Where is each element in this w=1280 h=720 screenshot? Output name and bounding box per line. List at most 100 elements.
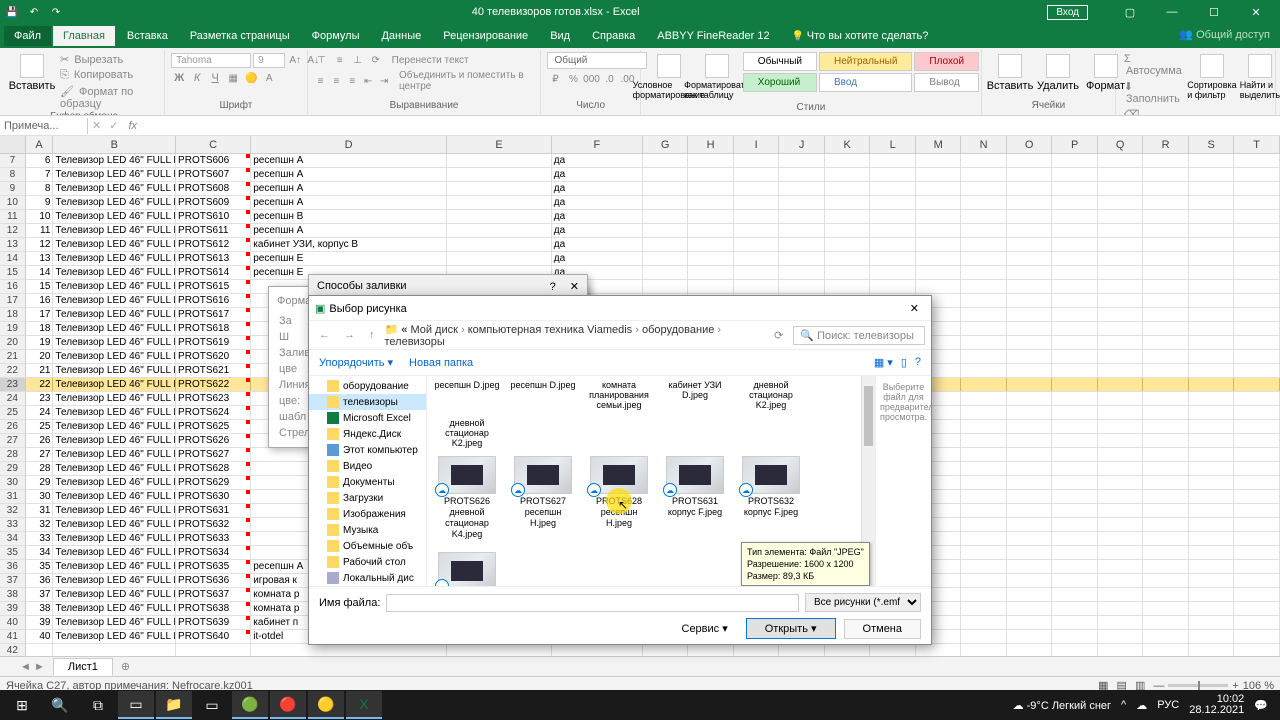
cell[interactable]: Телевизор LED 46" FULL HD [53,490,176,503]
col-header[interactable]: G [643,136,689,153]
cell[interactable] [870,238,916,251]
tab-formulas[interactable]: Формулы [302,26,370,46]
cell[interactable] [1143,616,1189,629]
cell[interactable] [1098,224,1144,237]
cell[interactable] [1143,518,1189,531]
style-good[interactable]: Хороший [743,73,817,92]
cell[interactable]: да [552,252,643,265]
select-all-corner[interactable] [0,136,26,153]
cell[interactable] [53,644,176,656]
back-icon[interactable]: ← [315,329,334,341]
cell[interactable] [1143,168,1189,181]
cell[interactable] [1098,574,1144,587]
cell[interactable] [1189,364,1235,377]
file-item[interactable]: дневной стационар K2.jpeg [433,418,501,448]
cell[interactable] [688,252,734,265]
col-header[interactable]: S [1189,136,1235,153]
ribbon-options-icon[interactable]: ▢ [1110,0,1150,24]
cell[interactable]: Телевизор LED 46" FULL HD [53,196,176,209]
align-left-icon[interactable]: ≡ [314,73,328,89]
cell[interactable] [1007,392,1053,405]
cell[interactable] [961,322,1007,335]
cell[interactable]: Телевизор LED 46" FULL HD [53,546,176,559]
row-header[interactable]: 42 [0,644,26,656]
row-header[interactable]: 26 [0,420,26,433]
cell[interactable] [1052,350,1098,363]
cell[interactable] [26,644,54,656]
cell[interactable]: PROTS623 [176,392,251,405]
row-header[interactable]: 35 [0,546,26,559]
cell[interactable]: 9 [26,196,54,209]
cell[interactable]: 21 [26,364,54,377]
cell[interactable] [1189,308,1235,321]
cell[interactable] [1189,448,1235,461]
cell[interactable] [1143,336,1189,349]
cell[interactable] [1052,280,1098,293]
cancel-button[interactable]: Отмена [844,619,921,639]
cell[interactable] [961,518,1007,531]
tab-home[interactable]: Главная [53,26,115,46]
cell[interactable] [1189,588,1235,601]
cell[interactable] [1007,476,1053,489]
tree-item[interactable]: Рабочий стол [309,554,426,570]
cell[interactable] [1143,644,1189,656]
view-mode-icon[interactable]: ▦ ▾ [874,356,893,369]
forward-icon[interactable]: → [340,329,359,341]
cell[interactable]: 18 [26,322,54,335]
cell[interactable] [961,364,1007,377]
cell[interactable] [734,238,780,251]
tab-insert[interactable]: Вставка [117,26,178,46]
cell[interactable]: ресепшн E [251,252,447,265]
cell[interactable] [1189,196,1235,209]
clear-button[interactable]: ⌫ Очистить [1122,107,1186,116]
cell[interactable]: PROTS616 [176,294,251,307]
fill-button[interactable]: ⬇ Заполнить [1122,79,1186,106]
cell[interactable] [1234,210,1280,223]
cell[interactable]: 7 [26,168,54,181]
cell[interactable] [1007,588,1053,601]
insert-cells-button[interactable]: Вставить [988,52,1032,94]
find-select-button[interactable]: Найти и выделить [1238,52,1280,102]
col-header[interactable]: B [53,136,176,153]
cell[interactable]: 29 [26,476,54,489]
cell[interactable] [1234,406,1280,419]
cell[interactable] [1189,336,1235,349]
cell[interactable] [1052,168,1098,181]
cell[interactable] [870,182,916,195]
cell[interactable]: 38 [26,602,54,615]
cell[interactable]: PROTS632 [176,518,251,531]
style-bad[interactable]: Плохой [914,52,979,71]
cell[interactable]: PROTS621 [176,364,251,377]
cell[interactable] [643,252,689,265]
cell[interactable] [1007,434,1053,447]
cell[interactable]: Телевизор LED 46" FULL HD [53,462,176,475]
cell[interactable] [1052,616,1098,629]
cell[interactable] [176,644,251,656]
style-normal[interactable]: Обычный [743,52,817,71]
cell[interactable]: Телевизор LED 46" FULL HD [53,518,176,531]
tray-cloud-icon[interactable]: ☁ [1136,699,1147,712]
cell[interactable] [1189,350,1235,363]
cell[interactable]: PROTS606 [176,154,251,167]
cell[interactable] [688,168,734,181]
cell[interactable] [1007,294,1053,307]
file-filter-select[interactable]: Все рисунки (*.emf;*.wmf;*.jpg [805,593,921,612]
cell[interactable]: Телевизор LED 46" FULL HD [53,154,176,167]
align-right-icon[interactable]: ≡ [345,73,359,89]
cell[interactable]: Телевизор LED 46" FULL HD [53,308,176,321]
row-header[interactable]: 30 [0,476,26,489]
cell[interactable] [1234,238,1280,251]
cell[interactable] [870,280,916,293]
file-item[interactable]: ☁PROTS627 ресепшн H.jpeg [509,454,577,542]
cell[interactable] [1007,378,1053,391]
cell[interactable] [1007,448,1053,461]
cell[interactable] [1234,462,1280,475]
cell[interactable] [825,280,871,293]
col-header[interactable]: R [1143,136,1189,153]
tree-item[interactable]: Музыка [309,522,426,538]
new-folder-button[interactable]: Новая папка [409,357,473,369]
cell[interactable] [734,644,780,656]
cell[interactable] [1098,196,1144,209]
cell[interactable]: PROTS639 [176,616,251,629]
cell[interactable] [1143,560,1189,573]
